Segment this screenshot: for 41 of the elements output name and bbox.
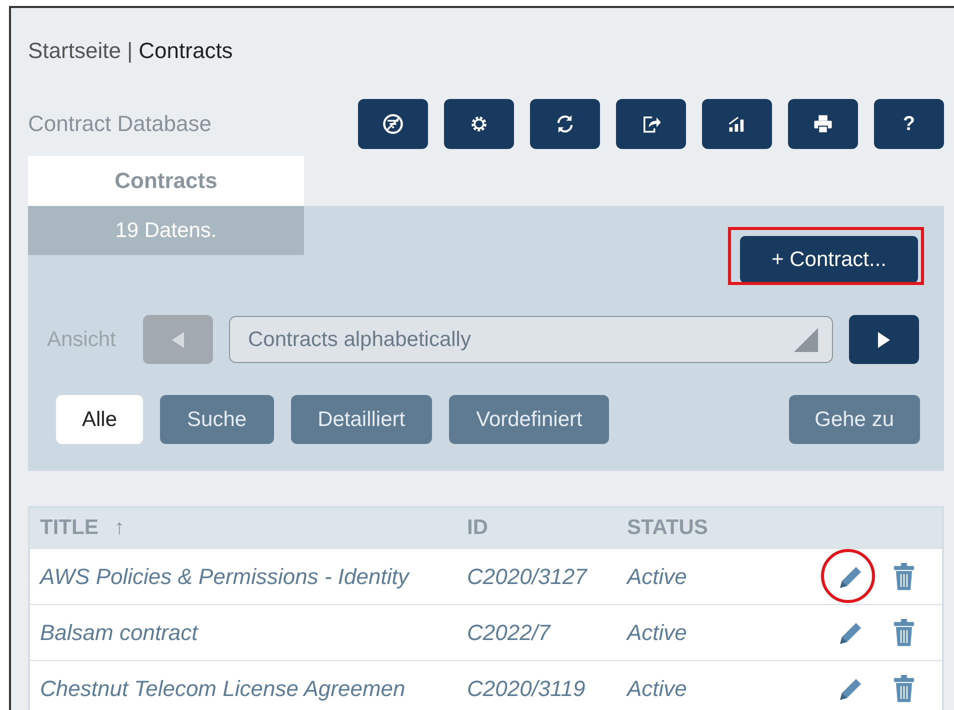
table-cell-text: C2022/7 [466,620,552,646]
next-view-button[interactable] [849,315,919,364]
export-button[interactable] [616,99,686,149]
dropdown-corner-icon [794,328,818,352]
title-link[interactable]: Balsam contract [30,620,457,646]
breadcrumb-current: Contracts [138,38,233,65]
nofilter-button[interactable] [358,99,428,149]
title-link[interactable]: Chestnut Telecom License Agreemen [30,676,457,702]
trash-icon[interactable] [892,674,916,704]
table-cell-text: C2020/3127 [466,564,588,590]
breadcrumb-link[interactable]: Startseite [28,38,121,98]
left-triangle-icon [170,330,186,348]
table-cell-text: Active [625,620,688,646]
title-link[interactable]: AWS Policies & Permissions - Identity [30,564,457,590]
filter-tab[interactable]: Suche [160,395,274,444]
filter-tab[interactable]: Alle [56,395,144,444]
goto-button[interactable]: Gehe zu [788,395,920,444]
print-button[interactable] [788,99,858,149]
column-header[interactable]: TITLE ↑ [30,516,457,540]
table-cell-text: Active [625,676,688,702]
trash-icon[interactable] [892,562,916,592]
filter-tab[interactable]: Vordefiniert [449,395,610,444]
column-header[interactable]: ID [457,516,617,540]
column-header[interactable]: STATUS [617,516,836,540]
view-dropdown[interactable]: Contracts alphabetically [229,316,833,363]
contracts-tab[interactable]: Contracts [28,156,304,206]
right-triangle-icon [876,330,892,348]
gear-button[interactable] [444,99,514,149]
refresh-button[interactable] [530,99,600,149]
trash-icon[interactable] [892,618,916,648]
table-cell-text: Active [625,564,688,590]
print-icon [812,113,834,135]
breadcrumb-separator: | [126,38,133,65]
new-contract-button[interactable]: + Contract... [740,236,918,283]
chart-button[interactable] [702,99,772,149]
filter-tab[interactable]: Detailliert [290,395,432,444]
help-button[interactable]: ? [874,99,944,149]
nofilter-icon [382,113,404,135]
record-count: 19 Datens. [28,206,304,255]
app-title: Contract Database [28,111,212,137]
table-cell-text: C2020/3119 [466,676,586,702]
